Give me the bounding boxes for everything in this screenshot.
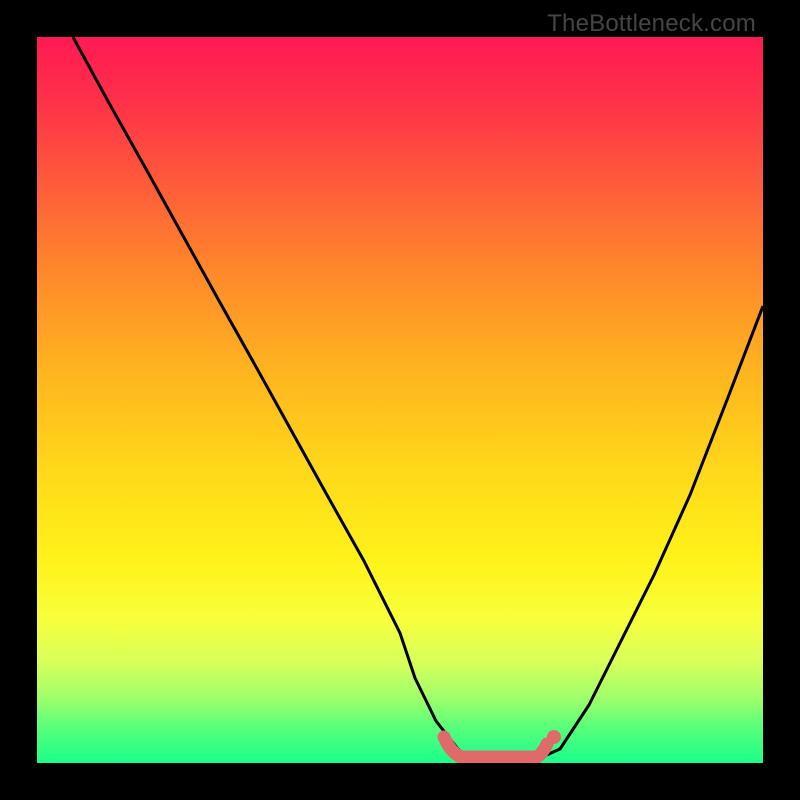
bottleneck-curve-line [73,37,763,762]
attribution-text: TheBottleneck.com [547,10,756,38]
chart-svg [37,37,763,763]
chart-plot-area [37,37,763,763]
flat-bottom-accent [444,737,547,757]
accent-dot [547,730,561,744]
